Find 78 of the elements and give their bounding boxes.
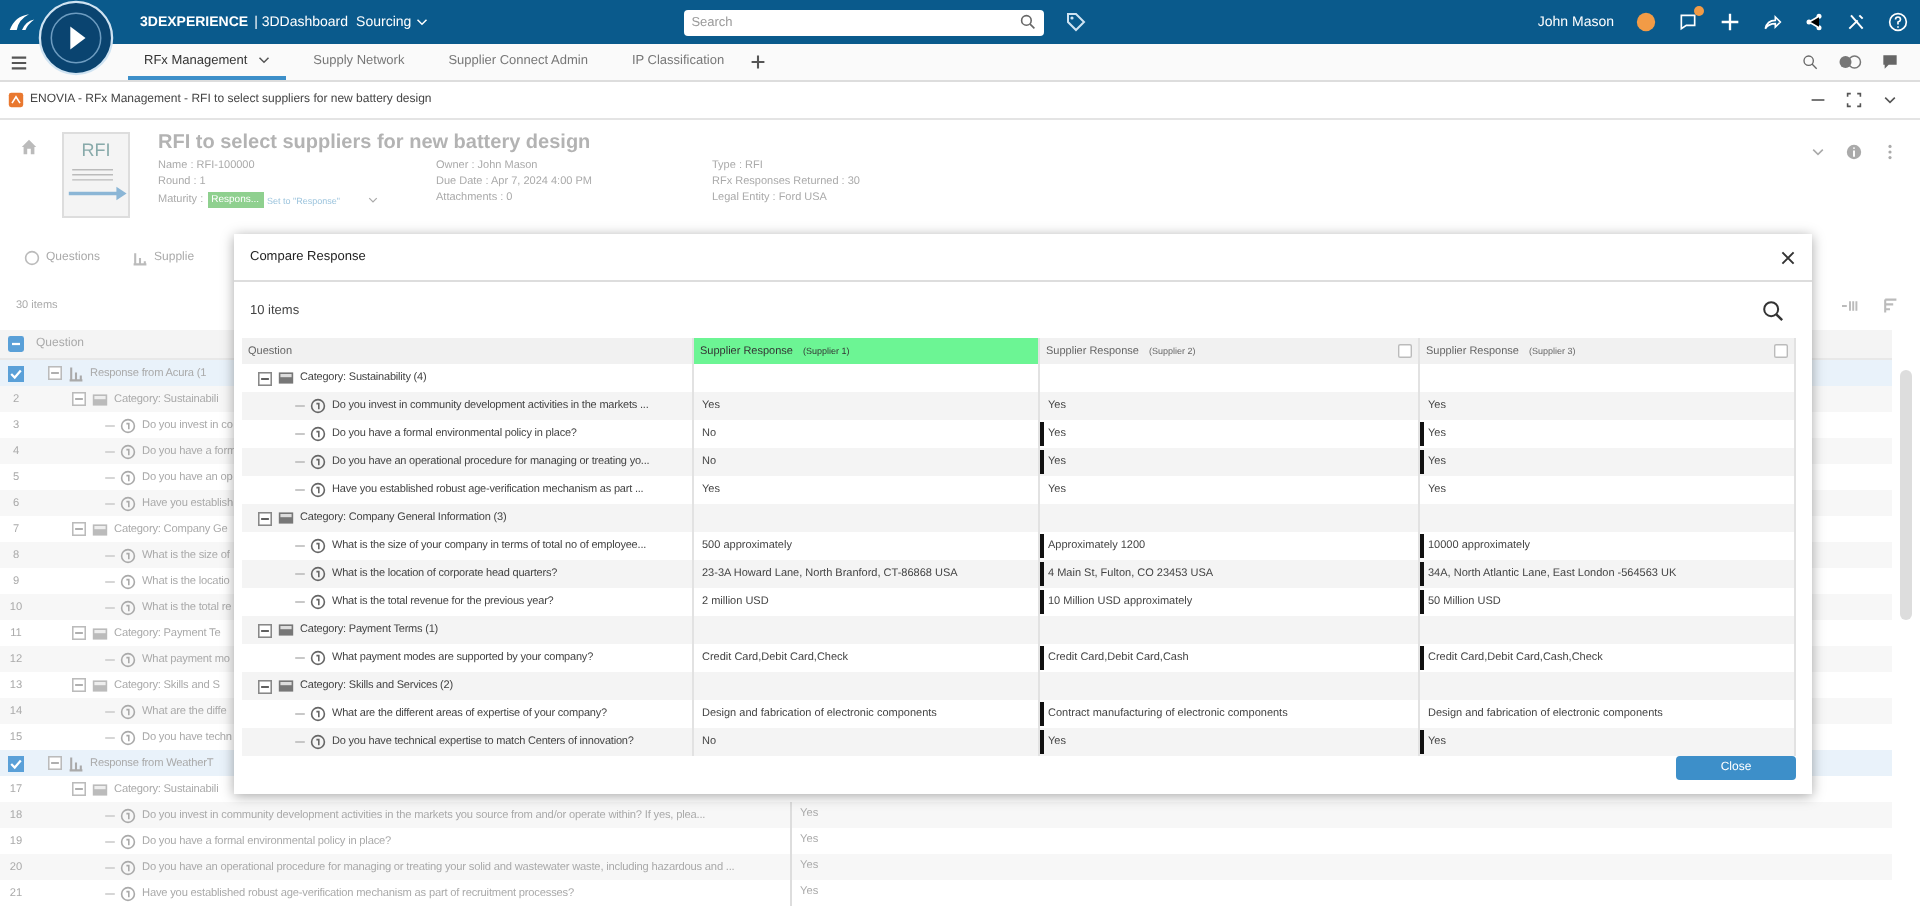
question-icon bbox=[310, 706, 326, 722]
share-icon[interactable] bbox=[1762, 12, 1782, 32]
question-icon bbox=[120, 859, 136, 875]
question-icon bbox=[120, 885, 136, 901]
folder-icon bbox=[278, 510, 294, 526]
row-checkbox[interactable] bbox=[8, 365, 24, 381]
folder-icon bbox=[92, 391, 108, 407]
collapse-toggle[interactable] bbox=[258, 679, 272, 693]
question-icon bbox=[120, 703, 136, 719]
select-all-checkbox[interactable] bbox=[8, 336, 24, 352]
collapse-toggle[interactable] bbox=[48, 756, 62, 770]
bar-chart-icon bbox=[68, 755, 84, 771]
scrollbar[interactable] bbox=[1900, 370, 1912, 620]
bar-chart-icon bbox=[68, 365, 84, 381]
folder-icon bbox=[92, 521, 108, 537]
collapse-toggle[interactable] bbox=[72, 782, 86, 796]
document-label: RFI bbox=[81, 140, 111, 160]
question-icon bbox=[120, 469, 136, 485]
add-tab-icon[interactable] bbox=[750, 54, 767, 70]
folder-icon bbox=[92, 677, 108, 693]
ds-logo-icon[interactable] bbox=[8, 11, 36, 33]
question-icon bbox=[310, 482, 326, 498]
avatar-icon[interactable] bbox=[1636, 12, 1656, 32]
collapse-toggle[interactable] bbox=[72, 626, 86, 640]
question-icon bbox=[120, 495, 136, 511]
rfi-title: RFI to select suppliers for new battery design bbox=[158, 132, 593, 154]
column-checkbox[interactable] bbox=[1774, 344, 1788, 358]
collapse-toggle[interactable] bbox=[72, 522, 86, 536]
question-icon bbox=[310, 734, 326, 750]
folder-icon bbox=[92, 781, 108, 797]
question-icon bbox=[120, 833, 136, 849]
comment-icon[interactable] bbox=[1882, 54, 1898, 70]
question-icon bbox=[310, 454, 326, 470]
add-icon[interactable] bbox=[1720, 12, 1740, 32]
close-icon[interactable] bbox=[1780, 249, 1796, 265]
tag-icon[interactable] bbox=[1065, 12, 1086, 32]
collapse-toggle[interactable] bbox=[258, 511, 272, 525]
chat-icon[interactable] bbox=[1678, 12, 1698, 32]
row-checkbox[interactable] bbox=[8, 755, 24, 771]
search-icon[interactable] bbox=[1762, 299, 1784, 321]
toggle-icon[interactable] bbox=[1838, 54, 1862, 70]
question-icon bbox=[310, 594, 326, 610]
collapse-toggle[interactable] bbox=[258, 623, 272, 637]
search-icon[interactable] bbox=[1019, 14, 1036, 30]
question-icon bbox=[310, 398, 326, 414]
question-icon bbox=[120, 599, 136, 615]
caret-icon[interactable] bbox=[257, 56, 270, 64]
app-icon bbox=[8, 92, 24, 108]
question-icon bbox=[310, 426, 326, 442]
question-icon bbox=[310, 538, 326, 554]
collapse-toggle[interactable] bbox=[48, 366, 62, 380]
folder-icon bbox=[278, 678, 294, 694]
question-icon bbox=[120, 729, 136, 745]
fullscreen-icon[interactable] bbox=[1846, 92, 1862, 108]
folder-icon bbox=[278, 622, 294, 638]
question-icon bbox=[24, 249, 40, 265]
compass-icon[interactable] bbox=[38, 0, 114, 76]
question-icon bbox=[120, 651, 136, 667]
question-icon bbox=[120, 417, 136, 433]
network-icon[interactable] bbox=[1804, 12, 1824, 32]
tools-icon[interactable] bbox=[1846, 12, 1866, 32]
question-icon bbox=[120, 807, 136, 823]
collapse-toggle[interactable] bbox=[72, 392, 86, 406]
menu-icon[interactable] bbox=[10, 54, 28, 72]
question-icon bbox=[120, 547, 136, 563]
question-icon bbox=[310, 566, 326, 582]
folder-icon bbox=[92, 625, 108, 641]
collapse-toggle[interactable] bbox=[258, 371, 272, 385]
question-icon bbox=[120, 443, 136, 459]
bar-chart-icon bbox=[132, 249, 149, 265]
question-icon bbox=[120, 573, 136, 589]
search-person-icon[interactable] bbox=[1802, 54, 1818, 70]
folder-icon bbox=[278, 370, 294, 386]
collapse-toggle[interactable] bbox=[72, 678, 86, 692]
question-icon bbox=[310, 650, 326, 666]
chevron-down-icon[interactable] bbox=[1882, 92, 1898, 108]
column-checkbox[interactable] bbox=[1398, 344, 1412, 358]
help-icon[interactable] bbox=[1888, 12, 1908, 32]
